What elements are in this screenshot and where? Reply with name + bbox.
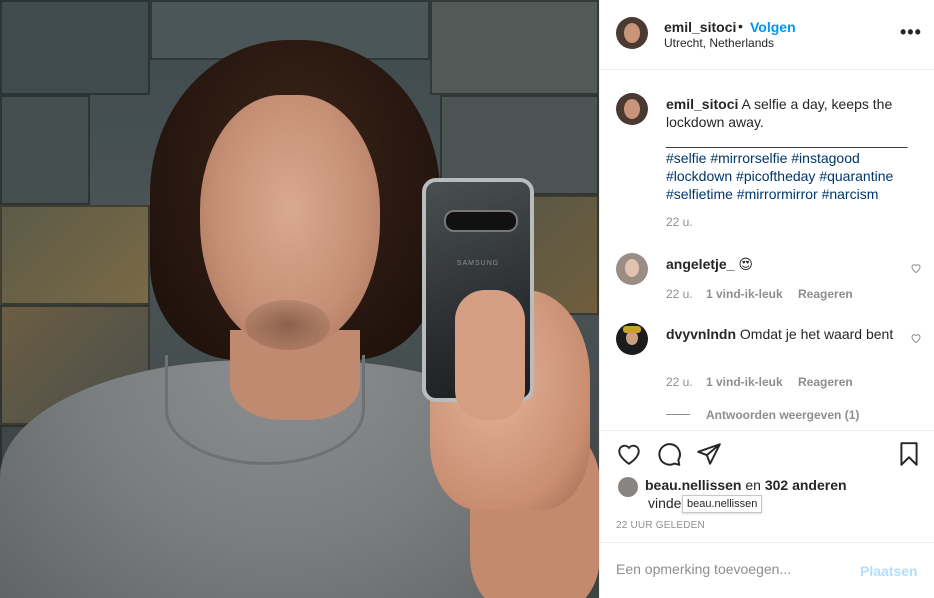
comment-text: Omdat je het waard bent — [739, 326, 894, 342]
comment-bar: Plaatsen — [600, 542, 934, 598]
wall-tile — [430, 0, 599, 95]
avatar-face — [625, 259, 639, 277]
replies-line — [666, 414, 690, 415]
comment: dvyvnlndn Omdat je het waard bent — [666, 325, 896, 343]
more-options-icon[interactable]: ••• — [900, 22, 922, 43]
action-bar — [600, 430, 934, 478]
wall-tile — [0, 0, 150, 95]
caption-avatar[interactable] — [616, 93, 648, 125]
likes-connector: en — [745, 477, 761, 493]
reply-button[interactable]: Reageren — [798, 375, 853, 389]
comment-like-count[interactable]: 1 vind-ik-leuk — [706, 375, 783, 389]
heart-icon[interactable] — [616, 441, 642, 467]
separator-dot: • — [738, 18, 743, 34]
caption-hashtags[interactable]: #selfie #mirrorselfie #instagood #lockdo… — [666, 149, 921, 203]
reply-button[interactable]: Reageren — [798, 287, 853, 301]
comment-icon[interactable] — [656, 441, 682, 467]
wall-tile — [0, 95, 90, 205]
caption-username[interactable]: emil_sitoci — [666, 96, 738, 112]
fingers — [455, 290, 525, 420]
caption-divider: _______________________________ — [666, 132, 908, 148]
phone-brand-label: SAMSUNG — [456, 260, 500, 267]
caption-time[interactable]: 22 u. — [666, 215, 693, 229]
posted-time[interactable]: 22 UUR GELEDEN — [616, 520, 705, 531]
beard — [245, 300, 330, 350]
post-location[interactable]: Utrecht, Netherlands — [664, 36, 774, 50]
others-count[interactable]: 302 anderen — [765, 477, 847, 493]
share-icon[interactable] — [696, 441, 722, 467]
comment-input[interactable] — [616, 561, 846, 577]
commenter-avatar[interactable] — [616, 253, 648, 285]
author-username[interactable]: emil_sitoci — [664, 19, 736, 35]
wall-tile — [0, 205, 150, 305]
comment: angeletje_ 😍 — [666, 255, 896, 273]
commenter-avatar[interactable] — [616, 323, 648, 355]
comment-username[interactable]: dvyvnlndn — [666, 326, 736, 342]
comment-text: 😍 — [738, 256, 753, 272]
likes-summary: beau.nellissen en 302 anderen — [645, 477, 847, 493]
liker-avatar[interactable] — [618, 477, 638, 497]
author-avatar[interactable] — [616, 17, 648, 49]
follow-button[interactable]: Volgen — [750, 19, 796, 35]
likes-verb: vinde — [648, 495, 682, 511]
bookmark-icon[interactable] — [896, 441, 922, 467]
post-photo[interactable]: SAMSUNG — [0, 0, 599, 598]
comment-like-count[interactable]: 1 vind-ik-leuk — [706, 287, 783, 301]
phone-camera-module — [444, 210, 518, 232]
post-comment-button[interactable]: Plaatsen — [860, 563, 918, 579]
comment-username[interactable]: angeletje_ — [666, 256, 734, 272]
post-caption: emil_sitoci A selfie a day, keeps the lo… — [666, 95, 916, 149]
avatar-face — [626, 331, 638, 345]
comment-like-icon[interactable] — [910, 332, 922, 344]
comment-time[interactable]: 22 u. — [666, 375, 693, 389]
avatar-hat — [623, 326, 641, 333]
liker-username[interactable]: beau.nellissen — [645, 477, 741, 493]
comment-like-icon[interactable] — [910, 262, 922, 274]
view-replies-button[interactable]: Antwoorden weergeven (1) — [706, 408, 859, 422]
avatar-face — [624, 99, 640, 119]
post-header: emil_sitoci • Volgen Utrecht, Netherland… — [600, 0, 934, 70]
comment-time[interactable]: 22 u. — [666, 287, 693, 301]
avatar-face — [624, 23, 640, 43]
username-tooltip: beau.nellissen — [682, 495, 763, 513]
post-side-panel: emil_sitoci • Volgen Utrecht, Netherland… — [599, 0, 934, 598]
